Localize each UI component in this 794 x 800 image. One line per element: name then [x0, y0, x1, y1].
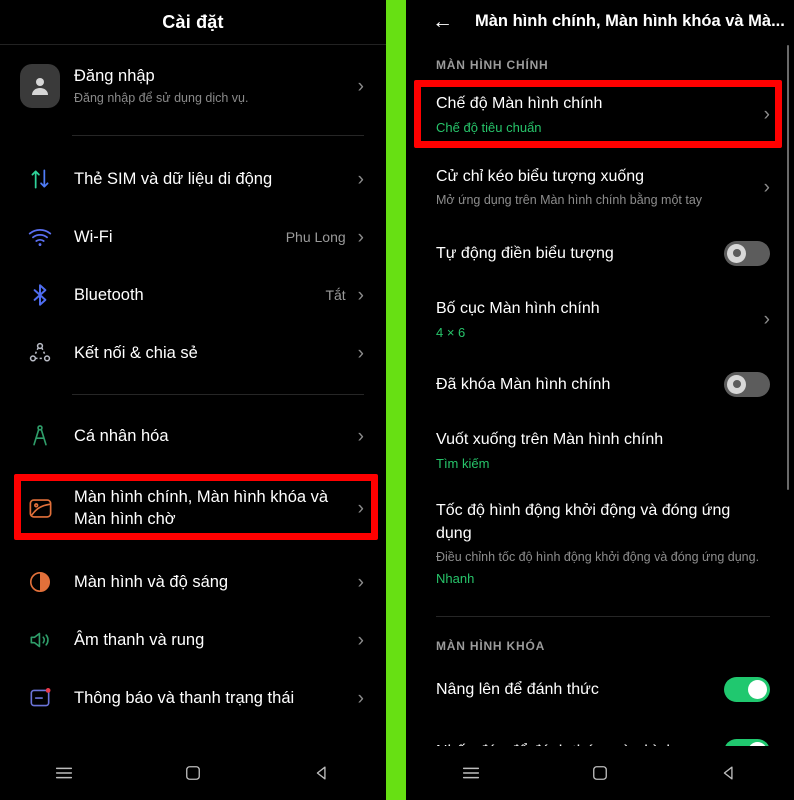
setting-row-drag-icon-down-gesture[interactable]: Cử chỉ kéo biểu tượng xuống Mở ứng dụng …: [406, 155, 794, 219]
page-title: Màn hình chính, Màn hình khóa và Mà...: [475, 11, 785, 30]
setting-subtitle: Điều chỉnh tốc độ hình động khởi động và…: [436, 550, 760, 564]
setting-row-home-screen-locked[interactable]: Đã khóa Màn hình chính: [406, 358, 794, 410]
setting-row-auto-fill-icons[interactable]: Tự động điền biểu tượng: [406, 227, 794, 279]
phone-screenshot-comparison: Cài đặt Đăng nhập Đăng nhập để sử dụng d…: [0, 0, 794, 800]
setting-value: 4 × 6: [436, 325, 466, 340]
sidebar-item-label: Thẻ SIM và dữ liệu di động: [74, 170, 273, 188]
chevron-right-icon: ›: [357, 226, 364, 248]
menu-icon[interactable]: [37, 753, 91, 793]
toggle-home-screen-locked[interactable]: [724, 371, 770, 397]
sidebar-item-label: Màn hình và độ sáng: [74, 573, 229, 591]
setting-title: Bố cục Màn hình chính: [436, 300, 600, 317]
personalization-icon: [20, 416, 60, 456]
home-screen-settings-panel-right: ← Màn hình chính, Màn hình khóa và Mà...…: [406, 0, 794, 800]
toggle-raise-to-wake[interactable]: [724, 676, 770, 702]
sidebar-item-label: Bluetooth: [74, 286, 144, 304]
sidebar-item-value: Phu Long: [285, 229, 346, 245]
chevron-right-icon: ›: [357, 75, 364, 97]
sidebar-item-label: Màn hình chính, Màn hình khóa và Màn hìn…: [74, 488, 329, 528]
setting-value: Nhanh: [436, 571, 475, 586]
back-triangle-icon[interactable]: [702, 753, 756, 793]
menu-icon[interactable]: [444, 753, 498, 793]
sidebar-item-home-lock-standby-screen[interactable]: Màn hình chính, Màn hình khóa và Màn hìn…: [0, 475, 386, 541]
sidebar-item-wifi[interactable]: Wi-Fi Phu Long ›: [0, 208, 386, 266]
sidebar-item-personalization[interactable]: Cá nhân hóa ›: [0, 407, 386, 465]
avatar: [20, 64, 60, 108]
setting-value: Chế độ tiêu chuẩn: [436, 120, 542, 135]
account-title: Đăng nhập: [74, 67, 155, 85]
sidebar-item-notifications-statusbar[interactable]: Thông báo và thanh trạng thái ›: [0, 669, 386, 727]
setting-value: Tìm kiếm: [436, 456, 490, 471]
sidebar-item-label: Âm thanh và rung: [74, 631, 205, 649]
toggle-knob: [748, 679, 767, 699]
screen-header: ← Màn hình chính, Màn hình khóa và Mà...: [406, 0, 794, 42]
notification-icon: [20, 678, 60, 718]
panel-divider-green: [386, 0, 406, 800]
sidebar-item-bluetooth[interactable]: Bluetooth Tắt ›: [0, 266, 386, 324]
setting-row-animation-speed[interactable]: Tốc độ hình động khởi động và đóng ứng d…: [406, 489, 794, 598]
chevron-right-icon: ›: [357, 425, 364, 447]
chevron-right-icon: ›: [763, 176, 770, 198]
chevron-right-icon: ›: [763, 309, 770, 330]
section-label-lock-screen: MÀN HÌNH KHÓA: [436, 639, 546, 653]
back-arrow-icon[interactable]: ←: [432, 11, 453, 32]
home-icon[interactable]: [573, 753, 627, 793]
sidebar-item-value: Tắt: [325, 287, 346, 303]
section-divider: [436, 616, 770, 617]
setting-row-swipe-down-home[interactable]: Vuốt xuống trên Màn hình chính Tìm kiếm: [406, 418, 794, 483]
sidebar-item-sim[interactable]: Thẻ SIM và dữ liệu di động ›: [0, 150, 386, 208]
account-subtitle: Đăng nhập để sử dụng dịch vụ.: [74, 91, 249, 105]
section-label-home-screen: MÀN HÌNH CHÍNH: [436, 58, 549, 72]
setting-row-raise-to-wake[interactable]: Nâng lên để đánh thức: [406, 663, 794, 715]
setting-row-home-screen-layout[interactable]: Bố cục Màn hình chính 4 × 6 ›: [406, 287, 794, 352]
page-title: Cài đặt: [162, 11, 224, 32]
chevron-right-icon: ›: [357, 342, 364, 364]
chevron-right-icon: ›: [357, 571, 364, 593]
back-triangle-icon[interactable]: [295, 753, 349, 793]
wifi-icon: [20, 217, 60, 257]
setting-subtitle: Mở ứng dụng trên Màn hình chính bằng một…: [436, 193, 703, 207]
setting-title: Đã khóa Màn hình chính: [436, 375, 611, 393]
setting-title: Tự động điền biểu tượng: [436, 244, 614, 262]
sidebar-item-connection-sharing[interactable]: Kết nối & chia sẻ ›: [0, 324, 386, 382]
home-screen-icon: [20, 488, 60, 528]
sound-icon: [20, 620, 60, 660]
chevron-right-icon: ›: [763, 104, 770, 125]
list-divider: [72, 394, 364, 395]
android-navbar-right: [406, 746, 794, 800]
setting-title: Cử chỉ kéo biểu tượng xuống: [436, 168, 645, 185]
setting-title: Vuốt xuống trên Màn hình chính: [436, 431, 664, 448]
sidebar-item-label: Kết nối & chia sẻ: [74, 344, 198, 362]
brightness-icon: [20, 562, 60, 602]
toggle-knob: [727, 374, 746, 394]
sim-data-arrows-icon: [20, 159, 60, 199]
android-navbar-left: [0, 746, 386, 800]
vertical-scrollbar[interactable]: [787, 45, 789, 490]
connection-share-icon: [20, 333, 60, 373]
home-icon[interactable]: [166, 753, 220, 793]
sidebar-item-sound-vibration[interactable]: Âm thanh và rung ›: [0, 611, 386, 669]
sidebar-item-display-brightness[interactable]: Màn hình và độ sáng ›: [0, 553, 386, 611]
setting-title: Chế độ Màn hình chính: [436, 95, 603, 112]
chevron-right-icon: ›: [357, 284, 364, 306]
sidebar-item-account[interactable]: Đăng nhập Đăng nhập để sử dụng dịch vụ. …: [0, 45, 386, 127]
sidebar-item-label: Thông báo và thanh trạng thái: [74, 689, 295, 707]
setting-row-home-screen-mode[interactable]: Chế độ Màn hình chính Chế độ tiêu chuẩn …: [406, 82, 794, 147]
chevron-right-icon: ›: [357, 497, 364, 519]
sidebar-item-label: Cá nhân hóa: [74, 427, 169, 445]
bluetooth-icon: [20, 275, 60, 315]
setting-title: Tốc độ hình động khởi động và đóng ứng d…: [436, 502, 731, 542]
setting-title: Nâng lên để đánh thức: [436, 680, 599, 698]
sidebar-item-label: Wi-Fi: [74, 228, 113, 246]
toggle-auto-fill-icons[interactable]: [724, 240, 770, 266]
toggle-knob: [727, 243, 746, 263]
settings-panel-left: Cài đặt Đăng nhập Đăng nhập để sử dụng d…: [0, 0, 386, 800]
chevron-right-icon: ›: [357, 168, 364, 190]
chevron-right-icon: ›: [357, 687, 364, 709]
chevron-right-icon: ›: [357, 629, 364, 651]
person-avatar-icon: [32, 78, 48, 95]
list-divider: [72, 135, 364, 136]
